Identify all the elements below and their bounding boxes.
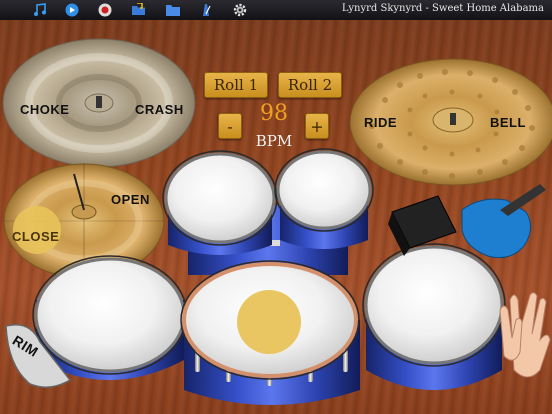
floor-tom-left-pad[interactable]	[36, 259, 184, 371]
floor-tom-right-pad[interactable]	[366, 247, 502, 363]
bpm-label: BPM	[255, 132, 293, 150]
woodblock-pad[interactable]	[388, 196, 456, 256]
bpm-decrease-button[interactable]: -	[218, 113, 242, 139]
folder-open-icon[interactable]	[131, 2, 147, 18]
music-note-icon[interactable]	[32, 2, 48, 18]
top-toolbar: Lynyrd Skynyrd - Sweet Home Alabama	[0, 0, 552, 20]
bpm-increase-button[interactable]: +	[305, 113, 329, 139]
tom-2-pad[interactable]	[278, 152, 370, 228]
metronome-icon[interactable]	[198, 2, 214, 18]
bpm-value: 98	[260, 101, 288, 126]
roll-2-button[interactable]: Roll 2	[278, 72, 342, 98]
settings-gear-icon[interactable]	[232, 2, 248, 18]
snare-drum-pad[interactable]	[184, 264, 356, 376]
folder-icon[interactable]	[165, 2, 181, 18]
song-title: Lynyrd Skynyrd - Sweet Home Alabama	[341, 3, 544, 14]
clap-hands-icon[interactable]	[500, 286, 552, 378]
roll-1-button[interactable]: Roll 1	[204, 72, 268, 98]
ride-cymbal-pad[interactable]	[350, 59, 552, 185]
record-icon[interactable]	[97, 2, 113, 18]
play-icon[interactable]	[64, 2, 80, 18]
cowbell-pad[interactable]	[462, 184, 546, 258]
crash-cymbal-pad[interactable]	[3, 40, 195, 168]
tom-1-pad[interactable]	[166, 154, 274, 242]
hihat-cymbal-pad[interactable]	[4, 164, 164, 278]
